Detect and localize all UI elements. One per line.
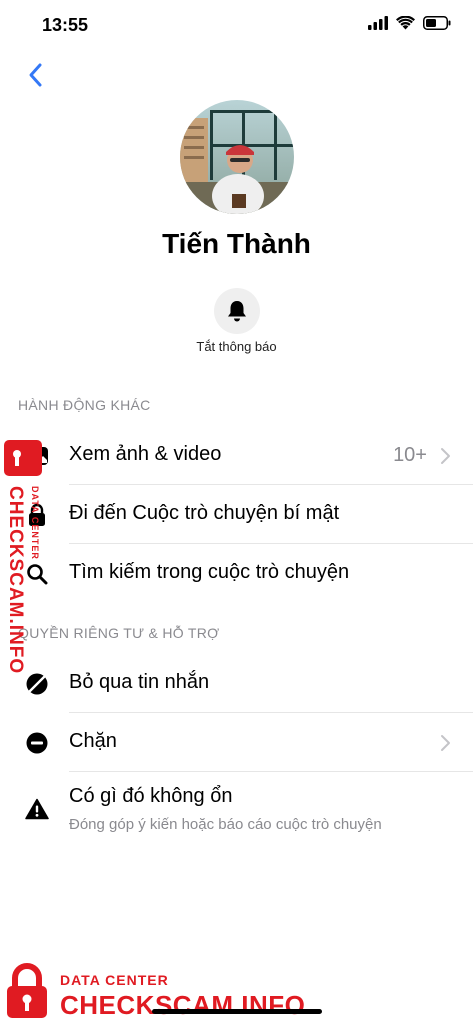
ignore-messages-label: Bỏ qua tin nhắn bbox=[69, 671, 210, 693]
chevron-right-icon bbox=[441, 448, 450, 464]
ignore-icon bbox=[24, 671, 50, 697]
chevron-left-icon bbox=[29, 63, 42, 87]
status-bar: 13:55 bbox=[0, 0, 473, 50]
back-button[interactable] bbox=[22, 60, 52, 90]
view-photos-videos-item[interactable]: Xem ảnh & video 10+ bbox=[0, 426, 473, 485]
watermark-lock-icon bbox=[7, 963, 47, 1018]
signal-icon bbox=[368, 16, 388, 30]
bell-icon bbox=[228, 301, 246, 322]
mute-notifications-button[interactable] bbox=[214, 288, 260, 334]
search-conversation-label: Tìm kiếm trong cuộc trò chuyện bbox=[69, 561, 350, 583]
avatar[interactable] bbox=[180, 100, 294, 214]
search-icon bbox=[24, 561, 50, 587]
warning-icon bbox=[24, 796, 50, 822]
mute-notifications-label: Tắt thông báo bbox=[196, 339, 277, 354]
watermark-bottom-text: CHECKSCAM.INFO bbox=[60, 990, 306, 1020]
block-item[interactable]: Chặn bbox=[0, 713, 473, 772]
home-indicator[interactable] bbox=[152, 1009, 322, 1014]
ignore-messages-item[interactable]: Bỏ qua tin nhắn bbox=[0, 654, 473, 713]
wifi-icon bbox=[396, 16, 415, 30]
chevron-right-icon bbox=[441, 735, 450, 751]
status-icons bbox=[368, 16, 451, 30]
section-header-privacy: QUYỀN RIÊNG TƯ & HỖ TRỢ bbox=[18, 625, 220, 641]
status-time: 13:55 bbox=[42, 15, 89, 35]
report-problem-item[interactable]: Có gì đó không ổn Đóng góp ý kiến hoặc b… bbox=[0, 772, 473, 844]
profile-name: Tiến Thành bbox=[162, 228, 311, 259]
report-problem-label: Có gì đó không ổn bbox=[69, 785, 233, 807]
section-header-more-actions: HÀNH ĐỘNG KHÁC bbox=[18, 397, 151, 413]
block-label: Chặn bbox=[69, 730, 117, 752]
avatar-photo bbox=[180, 100, 294, 214]
report-problem-sublabel: Đóng góp ý kiến hoặc báo cáo cuộc trò ch… bbox=[69, 816, 382, 833]
view-photos-videos-label: Xem ảnh & video bbox=[69, 443, 222, 465]
search-conversation-item[interactable]: Tìm kiếm trong cuộc trò chuyện bbox=[0, 544, 473, 603]
secret-conversation-label: Đi đến Cuộc trò chuyện bí mật bbox=[69, 502, 340, 524]
photo-icon bbox=[24, 443, 50, 469]
battery-icon bbox=[423, 16, 451, 30]
secret-conversation-item[interactable]: Đi đến Cuộc trò chuyện bí mật bbox=[0, 485, 473, 544]
media-count: 10+ bbox=[393, 444, 427, 466]
watermark-bottom-small-text: DATA CENTER bbox=[60, 972, 169, 988]
lock-icon bbox=[24, 502, 50, 528]
block-icon bbox=[24, 730, 50, 756]
